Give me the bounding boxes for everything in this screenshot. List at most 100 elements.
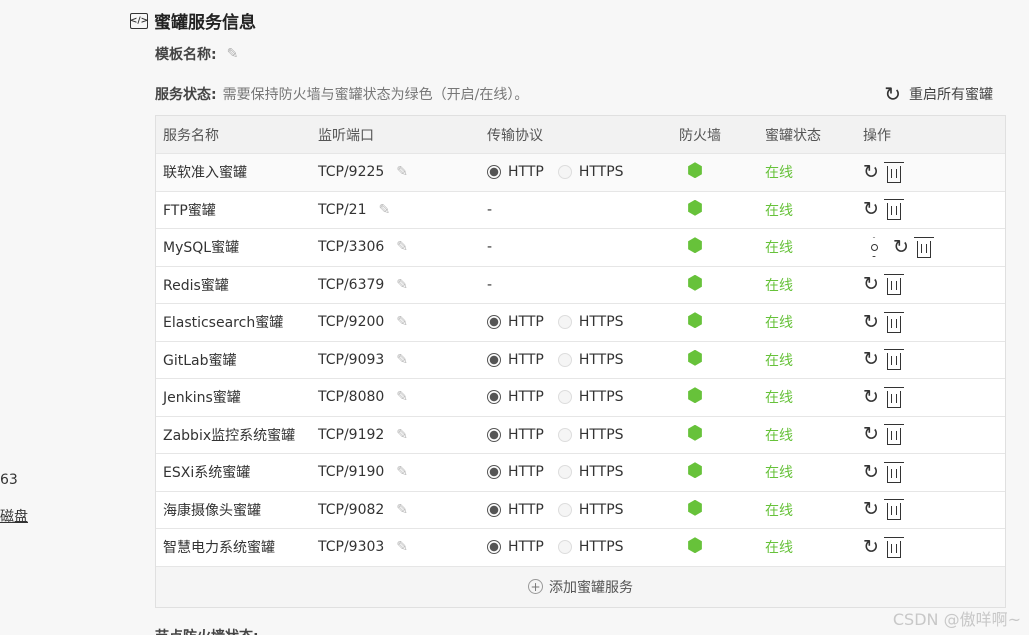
actions-cell: ↻ — [863, 386, 1005, 408]
http-radio[interactable] — [487, 540, 501, 555]
honeypot-status: 在线 — [765, 502, 793, 519]
edit-port-icon[interactable]: ✎ — [396, 239, 408, 255]
firewall-cell — [679, 312, 765, 332]
table-row: MySQL蜜罐 TCP/3306 ✎ - 在线 ↻ — [156, 229, 1005, 267]
http-radio[interactable] — [487, 352, 501, 367]
http-radio[interactable] — [487, 465, 501, 480]
restart-icon[interactable]: ↻ — [863, 162, 879, 182]
restart-icon[interactable]: ↻ — [863, 425, 879, 444]
http-radio[interactable] — [487, 390, 501, 405]
delete-icon[interactable] — [883, 536, 904, 558]
firewall-cell — [679, 274, 765, 295]
firewall-status-icon — [688, 312, 702, 329]
restart-icon[interactable]: ↻ — [893, 237, 909, 257]
https-radio[interactable] — [557, 390, 572, 405]
actions-cell: ↻ — [863, 499, 1005, 521]
table-row: 联软准入蜜罐 TCP/9225 ✎ HTTP HTTPS 在线 ↻ — [156, 154, 1005, 192]
port-cell: TCP/9190 ✎ — [318, 464, 487, 480]
delete-icon[interactable] — [883, 349, 904, 371]
delete-icon[interactable] — [913, 236, 934, 258]
service-name: 联软准入蜜罐 — [163, 165, 247, 182]
firewall-status-icon — [688, 537, 702, 554]
restart-icon[interactable]: ↻ — [863, 200, 879, 219]
protocol-cell: HTTP HTTPS — [487, 164, 679, 180]
edit-port-icon[interactable]: ✎ — [396, 164, 408, 180]
table-row: FTP蜜罐 TCP/21 ✎ - 在线 ↻ — [156, 192, 1005, 229]
protocol-cell: - — [487, 202, 679, 218]
watermark: CSDN @傲咩啊~ — [892, 610, 1021, 629]
actions-cell: ↻ — [863, 274, 1005, 296]
delete-icon[interactable] — [883, 461, 904, 483]
firewall-status-icon — [688, 162, 702, 179]
settings-icon[interactable] — [863, 236, 885, 258]
firewall-cell — [679, 387, 765, 407]
header-port: 监听端口 — [318, 127, 374, 144]
delete-icon[interactable] — [883, 161, 904, 183]
edit-port-icon[interactable]: ✎ — [396, 277, 408, 293]
restart-all-button[interactable]: ↻ 重启所有蜜罐 — [884, 82, 993, 106]
edit-port-icon[interactable]: ✎ — [396, 352, 408, 368]
edit-port-icon[interactable]: ✎ — [396, 539, 408, 555]
https-radio[interactable] — [557, 427, 572, 442]
edit-port-icon[interactable]: ✎ — [378, 202, 390, 218]
delete-icon[interactable] — [883, 311, 904, 333]
delete-icon[interactable] — [883, 499, 904, 521]
http-radio[interactable] — [487, 502, 501, 517]
https-radio[interactable] — [557, 352, 572, 367]
https-radio[interactable] — [557, 315, 572, 330]
restart-icon[interactable]: ↻ — [863, 350, 879, 369]
https-radio[interactable] — [557, 540, 572, 555]
https-label: HTTPS — [578, 426, 624, 443]
restart-icon[interactable]: ↻ — [863, 387, 879, 407]
restart-icon[interactable]: ↻ — [863, 537, 879, 557]
honeypot-table: 服务名称 监听端口 传输协议 防火墙 蜜罐状态 操作 联软准入蜜罐 TCP/92… — [155, 115, 1006, 608]
left-cut-disk-link[interactable]: 磁盘 — [0, 506, 28, 526]
http-radio[interactable] — [487, 165, 501, 180]
port-value: TCP/6379 — [318, 276, 385, 293]
firewall-status-icon — [688, 387, 702, 404]
https-radio[interactable] — [557, 465, 572, 480]
service-name: GitLab蜜罐 — [163, 352, 237, 369]
honeypot-status: 在线 — [765, 465, 793, 482]
table-row: 海康摄像头蜜罐 TCP/9082 ✎ HTTP HTTPS 在线 ↻ — [156, 492, 1005, 529]
port-value: TCP/9200 — [318, 314, 385, 331]
restart-icon[interactable]: ↻ — [863, 462, 879, 482]
port-cell: TCP/3306 ✎ — [318, 239, 487, 255]
edit-template-icon[interactable]: ✎ — [227, 46, 239, 62]
delete-icon[interactable] — [883, 386, 904, 408]
protocol-cell: HTTP HTTPS — [487, 314, 679, 330]
http-label: HTTP — [508, 351, 544, 368]
service-name: ESXi系统蜜罐 — [163, 465, 251, 482]
honeypot-status: 在线 — [765, 165, 793, 182]
section-header: </> 蜜罐服务信息 — [130, 8, 256, 33]
actions-cell: ↻ — [863, 161, 1005, 183]
service-name: 海康摄像头蜜罐 — [163, 502, 261, 519]
delete-icon[interactable] — [883, 424, 904, 446]
service-name: 智慧电力系统蜜罐 — [163, 540, 275, 557]
honeypot-status: 在线 — [765, 202, 793, 219]
edit-port-icon[interactable]: ✎ — [396, 502, 408, 518]
table-row: Jenkins蜜罐 TCP/8080 ✎ HTTP HTTPS 在线 ↻ — [156, 379, 1005, 417]
restart-icon[interactable]: ↻ — [863, 275, 879, 294]
port-cell: TCP/9192 ✎ — [318, 427, 487, 443]
port-cell: TCP/9082 ✎ — [318, 502, 487, 518]
http-radio[interactable] — [487, 427, 501, 442]
http-radio[interactable] — [487, 315, 501, 330]
https-radio[interactable] — [557, 502, 572, 517]
firewall-cell — [679, 462, 765, 482]
edit-port-icon[interactable]: ✎ — [396, 427, 408, 443]
add-service-button[interactable]: + 添加蜜罐服务 — [156, 566, 1005, 607]
port-cell: TCP/21 ✎ — [318, 202, 487, 218]
restart-icon[interactable]: ↻ — [863, 312, 879, 332]
edit-port-icon[interactable]: ✎ — [396, 464, 408, 480]
protocol-cell: - — [487, 239, 679, 255]
delete-icon[interactable] — [883, 274, 904, 296]
https-radio[interactable] — [557, 165, 572, 180]
delete-icon[interactable] — [883, 199, 904, 221]
https-label: HTTPS — [578, 464, 624, 481]
edit-port-icon[interactable]: ✎ — [396, 314, 408, 330]
table-header: 服务名称 监听端口 传输协议 防火墙 蜜罐状态 操作 — [156, 116, 1005, 154]
edit-port-icon[interactable]: ✎ — [396, 389, 408, 405]
http-label: HTTP — [508, 389, 544, 406]
restart-icon[interactable]: ↻ — [863, 500, 879, 519]
